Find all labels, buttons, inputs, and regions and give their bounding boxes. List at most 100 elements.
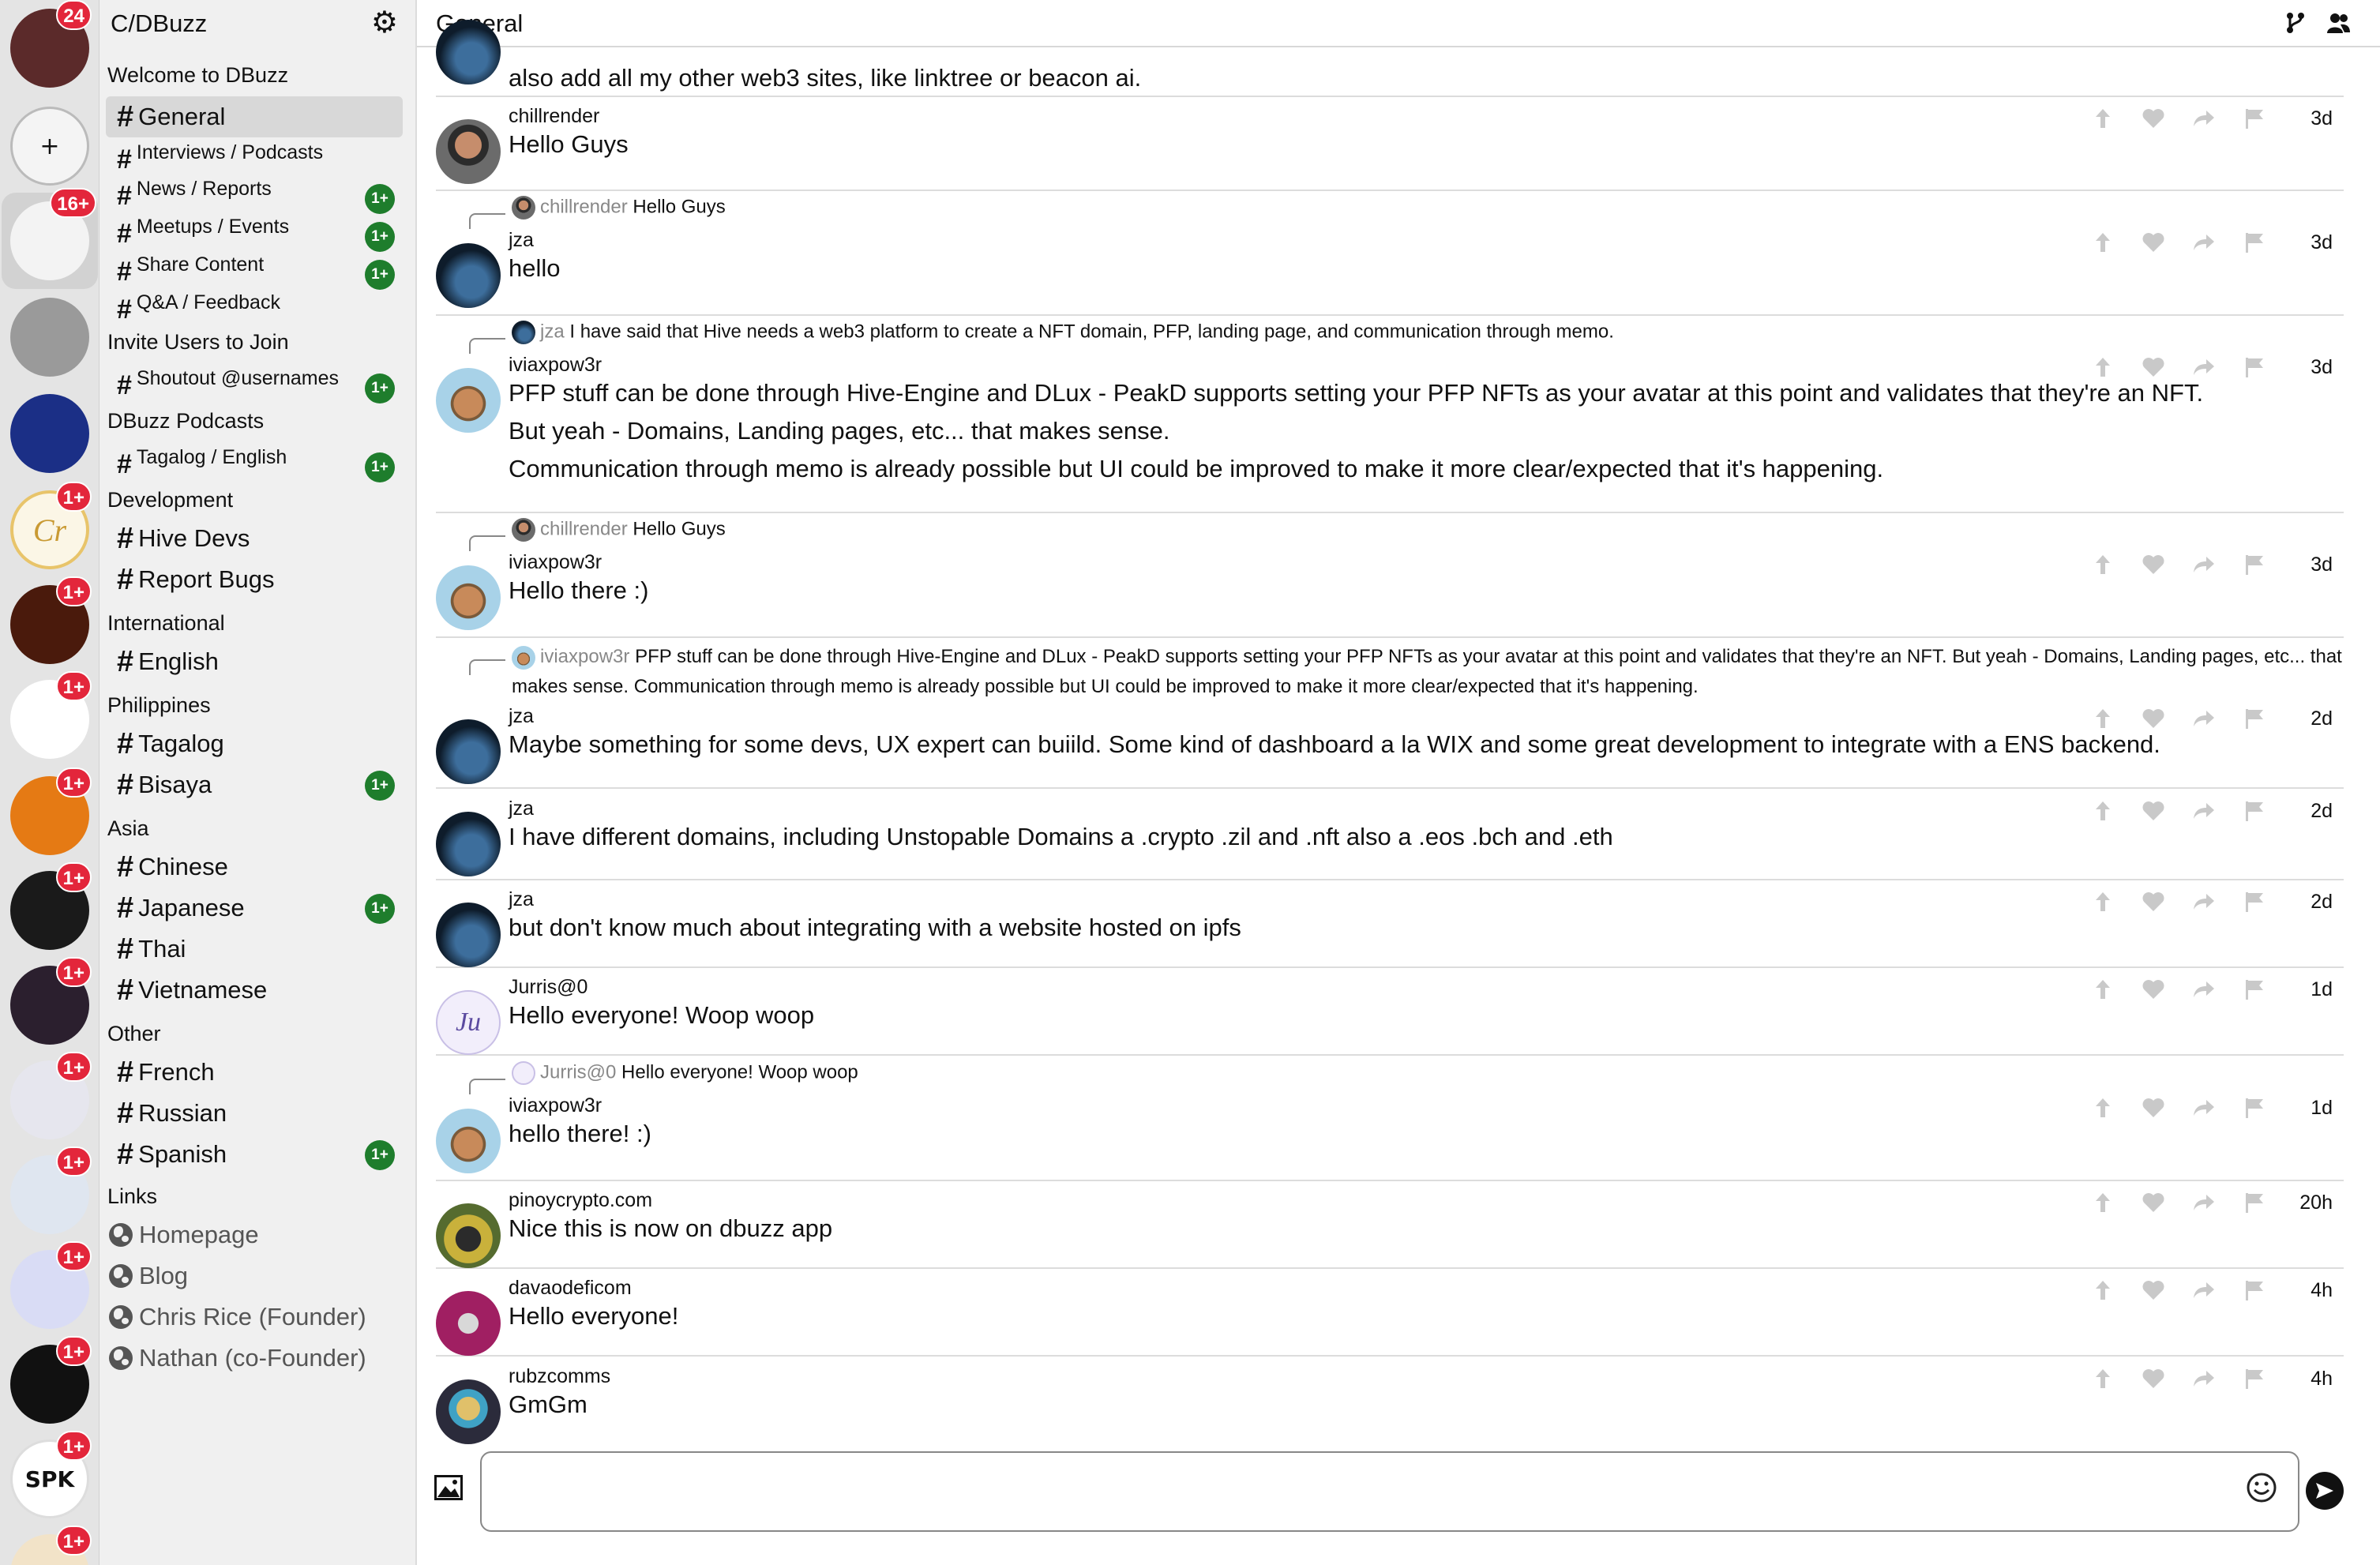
message-username[interactable]: Jurris@0 xyxy=(509,976,587,999)
rail-avatar-last[interactable]: 1+ xyxy=(6,1526,93,1565)
rail-avatar-hive-orange[interactable]: 1+ xyxy=(6,767,93,859)
reply-preview[interactable]: Jurris@0 Hello everyone! Woop woop xyxy=(512,1061,858,1085)
flag-icon[interactable] xyxy=(2243,1367,2266,1390)
message-username[interactable]: iviaxpow3r xyxy=(509,551,602,574)
message-username[interactable]: jza xyxy=(509,705,534,728)
user-avatar[interactable] xyxy=(436,20,501,84)
channel-french[interactable]: # French xyxy=(106,1052,403,1093)
upvote-icon[interactable] xyxy=(2091,355,2115,379)
message-username[interactable]: pinoycrypto.com xyxy=(509,1189,652,1212)
share-icon[interactable] xyxy=(2192,799,2216,823)
heart-icon[interactable] xyxy=(2142,1191,2165,1214)
rail-avatar-hive-gold[interactable]: 1+ xyxy=(6,862,93,954)
channel-news-reports[interactable]: # News / Reports 1+ xyxy=(106,171,403,214)
rail-avatar-3s[interactable]: 1+ xyxy=(6,1052,93,1143)
rail-avatar-husky[interactable]: 1+ xyxy=(6,1147,93,1238)
share-icon[interactable] xyxy=(2192,707,2216,730)
channel-bisaya[interactable]: # Bisaya 1+ xyxy=(106,764,403,805)
message-username[interactable]: rubzcomms xyxy=(509,1365,610,1388)
flag-icon[interactable] xyxy=(2243,1278,2266,1302)
user-avatar[interactable]: Ju xyxy=(436,990,501,1055)
rail-avatar-cr[interactable]: Cr 1+ xyxy=(6,482,93,573)
heart-icon[interactable] xyxy=(2142,553,2165,576)
upvote-icon[interactable] xyxy=(2091,799,2115,823)
rail-add-community[interactable]: + xyxy=(6,103,93,190)
link-blog[interactable]: Blog xyxy=(109,1262,188,1290)
message-username[interactable]: chillrender xyxy=(509,105,599,128)
share-icon[interactable] xyxy=(2192,1367,2216,1390)
user-avatar[interactable] xyxy=(436,1291,501,1356)
flag-icon[interactable] xyxy=(2243,1096,2266,1120)
channel-russian[interactable]: # Russian xyxy=(106,1093,403,1134)
link-nathan[interactable]: Nathan (co-Founder) xyxy=(109,1344,366,1372)
channel-spanish[interactable]: # Spanish 1+ xyxy=(106,1134,403,1175)
heart-icon[interactable] xyxy=(2142,355,2165,379)
link-chris-rice[interactable]: Chris Rice (Founder) xyxy=(109,1303,366,1331)
channel-english[interactable]: # English xyxy=(106,641,403,682)
emoji-icon[interactable] xyxy=(2246,1472,2277,1503)
upvote-icon[interactable] xyxy=(2091,1191,2115,1214)
user-avatar[interactable] xyxy=(436,1379,501,1444)
message-username[interactable]: jza xyxy=(509,888,534,911)
heart-icon[interactable] xyxy=(2142,1278,2165,1302)
rail-avatar-lion[interactable]: 1+ xyxy=(6,576,93,668)
share-icon[interactable] xyxy=(2192,1191,2216,1214)
user-avatar[interactable] xyxy=(436,812,501,876)
upvote-icon[interactable] xyxy=(2091,978,2115,1001)
user-avatar[interactable] xyxy=(436,119,501,184)
reply-preview[interactable]: chillrender Hello Guys xyxy=(512,196,726,220)
flag-icon[interactable] xyxy=(2243,978,2266,1001)
flag-icon[interactable] xyxy=(2243,799,2266,823)
rail-avatar-red-logo[interactable]: 16+ xyxy=(2,188,98,289)
rail-avatar-sun[interactable] xyxy=(6,390,93,477)
message-username[interactable]: jza xyxy=(509,798,534,820)
channel-shoutout-usernames[interactable]: # Shoutout @usernames 1+ xyxy=(106,360,403,403)
send-button[interactable] xyxy=(2306,1472,2344,1510)
flag-icon[interactable] xyxy=(2243,707,2266,730)
upvote-icon[interactable] xyxy=(2091,231,2115,254)
flag-icon[interactable] xyxy=(2243,107,2266,130)
user-avatar[interactable] xyxy=(436,243,501,308)
image-upload-icon[interactable] xyxy=(434,1475,463,1500)
rail-avatar-hive-pink[interactable]: 1+ xyxy=(6,957,93,1049)
channel-tagalog-english[interactable]: # Tagalog / English 1+ xyxy=(106,439,403,482)
user-avatar[interactable] xyxy=(436,1203,501,1268)
heart-icon[interactable] xyxy=(2142,231,2165,254)
upvote-icon[interactable] xyxy=(2091,553,2115,576)
user-avatar[interactable] xyxy=(436,368,501,433)
heart-icon[interactable] xyxy=(2142,890,2165,914)
heart-icon[interactable] xyxy=(2142,1096,2165,1120)
rail-avatar-default-user[interactable] xyxy=(6,294,93,381)
channel-hive-devs[interactable]: # Hive Devs xyxy=(106,518,403,559)
channel-general[interactable]: # General xyxy=(106,96,403,137)
channel-qa-feedback[interactable]: # Q&A / Feedback xyxy=(106,284,403,324)
share-icon[interactable] xyxy=(2192,890,2216,914)
branch-icon[interactable] xyxy=(2284,11,2307,35)
flag-icon[interactable] xyxy=(2243,231,2266,254)
members-icon[interactable] xyxy=(2326,11,2350,35)
message-username[interactable]: iviaxpow3r xyxy=(509,1094,602,1117)
channel-chinese[interactable]: # Chinese xyxy=(106,846,403,888)
message-username[interactable]: jza xyxy=(509,229,534,252)
upvote-icon[interactable] xyxy=(2091,107,2115,130)
share-icon[interactable] xyxy=(2192,1096,2216,1120)
rail-avatar-purple-slash[interactable]: 1+ xyxy=(6,1241,93,1333)
channel-vietnamese[interactable]: # Vietnamese xyxy=(106,970,403,1011)
reply-preview[interactable]: chillrender Hello Guys xyxy=(512,518,726,542)
channel-thai[interactable]: # Thai xyxy=(106,929,403,970)
user-avatar[interactable] xyxy=(436,565,501,630)
rail-avatar-runner[interactable]: 1+ xyxy=(6,671,93,763)
message-input[interactable] xyxy=(480,1451,2299,1532)
rail-avatar-dbuzz[interactable]: 24 xyxy=(6,0,93,92)
channel-tagalog[interactable]: # Tagalog xyxy=(106,723,403,764)
upvote-icon[interactable] xyxy=(2091,1096,2115,1120)
flag-icon[interactable] xyxy=(2243,355,2266,379)
share-icon[interactable] xyxy=(2192,231,2216,254)
share-icon[interactable] xyxy=(2192,355,2216,379)
upvote-icon[interactable] xyxy=(2091,707,2115,730)
user-avatar[interactable] xyxy=(436,903,501,967)
heart-icon[interactable] xyxy=(2142,1367,2165,1390)
upvote-icon[interactable] xyxy=(2091,1278,2115,1302)
upvote-icon[interactable] xyxy=(2091,890,2115,914)
channel-report-bugs[interactable]: # Report Bugs xyxy=(106,559,403,600)
